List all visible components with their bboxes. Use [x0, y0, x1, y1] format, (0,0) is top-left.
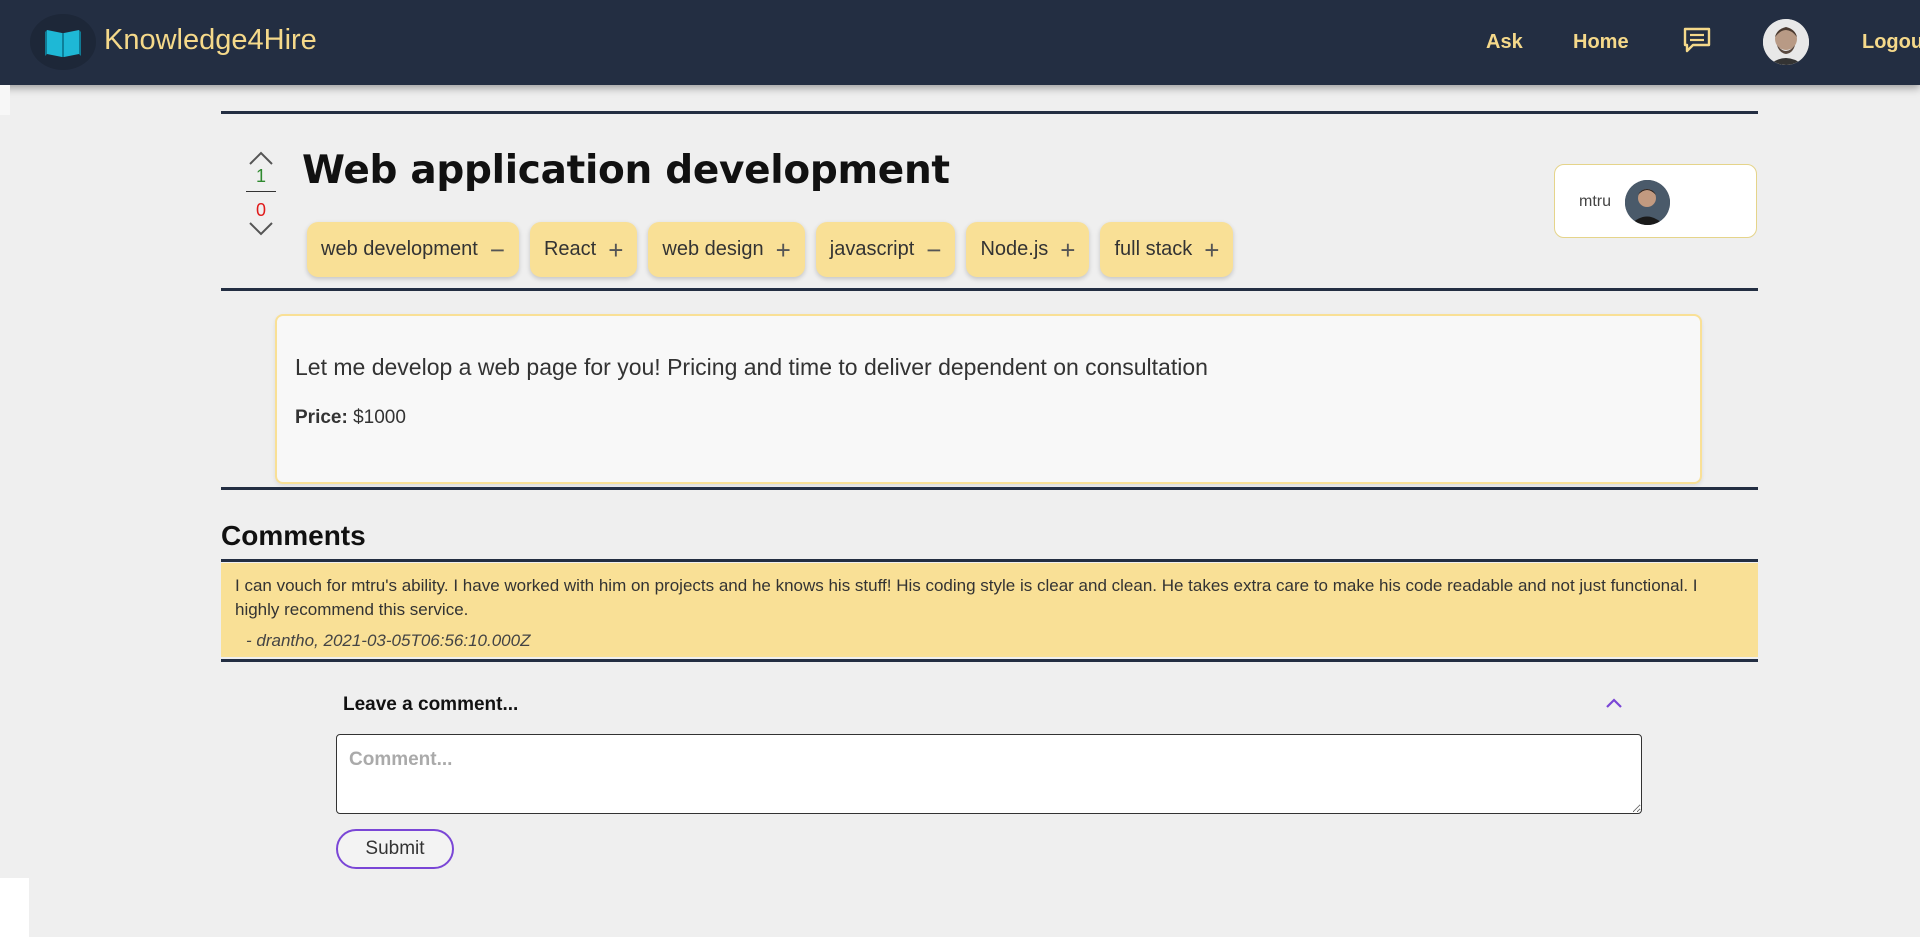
chevron-up-icon[interactable]	[1605, 697, 1623, 709]
divider	[221, 111, 1758, 114]
top-navbar: Knowledge4Hire Ask Home Logout	[0, 0, 1920, 85]
divider	[221, 559, 1758, 562]
divider	[221, 288, 1758, 291]
comment-author-date: - drantho, 2021-03-05T06:56:10.000Z	[246, 631, 531, 650]
downvote-chevron-icon[interactable]	[247, 221, 275, 237]
downvote-count: 0	[255, 200, 266, 220]
tag-label: web development	[321, 238, 478, 260]
vote-widget: 1 0	[246, 150, 276, 237]
price-value: $1000	[353, 407, 406, 428]
remove-tag-icon[interactable]: −	[490, 237, 505, 263]
author-card[interactable]: mtru	[1554, 164, 1757, 238]
tag-chip[interactable]: javascript −	[815, 222, 956, 277]
upvote-chevron-icon[interactable]	[247, 150, 275, 166]
remove-tag-icon[interactable]: −	[926, 237, 941, 263]
leave-comment-toggle[interactable]: Leave a comment...	[343, 694, 518, 716]
upvote-count: 1	[255, 166, 266, 186]
vote-divider	[246, 191, 276, 192]
price-label: Price:	[295, 407, 348, 428]
add-tag-icon[interactable]: +	[608, 237, 623, 263]
page-edge-strip	[0, 85, 10, 115]
comments-heading: Comments	[221, 520, 366, 551]
divider	[221, 659, 1758, 662]
add-tag-icon[interactable]: +	[1060, 237, 1075, 263]
add-tag-icon[interactable]: +	[1204, 237, 1219, 263]
tag-chip[interactable]: full stack +	[1100, 222, 1234, 277]
tag-chip[interactable]: Node.js +	[966, 222, 1090, 277]
tag-chip[interactable]: web design +	[648, 222, 805, 277]
tag-list: web development − React + web design + j…	[307, 222, 1234, 277]
tag-label: Node.js	[980, 238, 1049, 260]
logo[interactable]	[30, 14, 96, 70]
comment-text: I can vouch for mtru's ability. I have w…	[235, 576, 1698, 619]
user-avatar[interactable]	[1763, 19, 1809, 65]
author-avatar[interactable]	[1625, 180, 1670, 225]
tag-label: javascript	[829, 238, 915, 260]
tag-chip[interactable]: React +	[529, 222, 638, 277]
tag-label: web design	[662, 238, 764, 260]
tag-label: full stack	[1114, 238, 1193, 260]
open-book-icon	[45, 30, 81, 57]
divider	[221, 487, 1758, 490]
nav-logout-link[interactable]: Logout	[1862, 31, 1920, 54]
post-title: Web application development	[302, 148, 950, 193]
author-name: mtru	[1579, 193, 1611, 210]
add-tag-icon[interactable]: +	[776, 237, 791, 263]
brand-name[interactable]: Knowledge4Hire	[104, 24, 317, 57]
nav-home-link[interactable]: Home	[1573, 31, 1629, 54]
price-line: Price: $1000	[295, 407, 406, 429]
tag-label: React	[543, 238, 597, 260]
comment-item: I can vouch for mtru's ability. I have w…	[221, 563, 1758, 657]
page-edge-strip	[0, 878, 29, 937]
post-description: Let me develop a web page for you! Prici…	[295, 354, 1208, 380]
comment-input[interactable]	[336, 734, 1642, 814]
submit-comment-button[interactable]: Submit	[336, 829, 454, 869]
nav-ask-link[interactable]: Ask	[1486, 31, 1523, 54]
chat-bubble-icon[interactable]	[1682, 26, 1712, 54]
tag-chip[interactable]: web development −	[307, 222, 519, 277]
post-description-card: Let me develop a web page for you! Prici…	[275, 314, 1702, 484]
